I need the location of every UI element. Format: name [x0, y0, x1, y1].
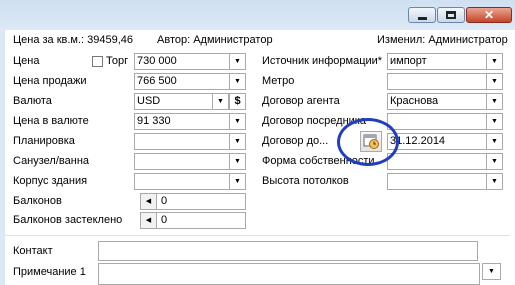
price-in-currency-label: Цена в валюте [13, 115, 89, 127]
price-in-currency-value: 91 330 [137, 115, 171, 127]
author-text: Автор: Администратор [157, 34, 273, 46]
metro-label: Метро [262, 75, 295, 87]
glazed-balconies-value: 0 [161, 214, 168, 226]
glazed-balconies-label: Балконов застеклено [13, 214, 123, 226]
contract-until-field[interactable]: 31.12.2014 ▼ [387, 133, 503, 150]
chevron-down-icon[interactable]: ▼ [229, 173, 246, 190]
ceiling-height-label: Высота потолков [262, 175, 349, 187]
metro-select[interactable]: ▼ [387, 73, 503, 90]
ceiling-height-select[interactable]: ▼ [387, 173, 503, 190]
price-value: 730 000 [137, 55, 177, 67]
source-select[interactable]: импорт ▼ [387, 53, 503, 70]
chevron-down-icon[interactable]: ▼ [482, 263, 501, 280]
chevron-down-icon[interactable]: ▼ [486, 153, 503, 170]
agent-contract-value: Краснова [390, 95, 439, 107]
torg-label: Торг [106, 55, 129, 67]
chevron-down-icon[interactable]: ▼ [486, 133, 503, 150]
chevron-down-icon[interactable]: ▼ [486, 93, 503, 110]
sale-price-field[interactable]: 766 500 ▼ [134, 73, 246, 90]
currency-value: USD [137, 95, 161, 107]
price-label: Цена [13, 55, 40, 67]
minimize-button[interactable] [408, 7, 436, 23]
torg-checkbox[interactable] [92, 56, 103, 67]
chevron-down-icon[interactable]: ▼ [486, 173, 503, 190]
modified-text: Изменил: Администратор [377, 34, 508, 46]
window: ✕ Цена за кв.м.: 39459,46 Автор: Админис… [0, 0, 515, 285]
building-select[interactable]: ▼ [134, 173, 246, 190]
chevron-down-icon[interactable]: ▼ [212, 93, 229, 110]
chevron-down-icon[interactable]: ▼ [486, 73, 503, 90]
source-label: Источник информации* [262, 55, 383, 67]
source-value: импорт [390, 55, 427, 67]
ownership-select[interactable]: ▼ [387, 153, 503, 170]
arrow-left-icon[interactable]: ◀ [140, 193, 157, 210]
layout-label: Планировка [13, 135, 75, 147]
contract-until-label: Договор до... [262, 135, 329, 147]
balconies-field[interactable]: ◀ 0 [140, 193, 246, 210]
arrow-left-icon[interactable]: ◀ [140, 212, 157, 229]
section-divider [5, 235, 510, 236]
balconies-value: 0 [161, 195, 168, 207]
contact-field[interactable] [98, 241, 478, 261]
chevron-down-icon[interactable]: ▼ [486, 53, 503, 70]
contact-label: Контакт [13, 245, 53, 257]
bathroom-select[interactable]: ▼ [134, 153, 246, 170]
currency-label: Валюта [13, 95, 52, 107]
chevron-down-icon[interactable]: ▼ [229, 113, 246, 130]
chevron-down-icon[interactable]: ▼ [229, 153, 246, 170]
agent-contract-label: Договор агента [262, 95, 340, 107]
chevron-down-icon[interactable]: ▼ [229, 133, 246, 150]
close-button[interactable]: ✕ [466, 7, 512, 23]
highlight-circle [337, 118, 399, 166]
chevron-down-icon[interactable]: ▼ [229, 53, 246, 70]
price-per-sqm: Цена за кв.м.: 39459,46 [13, 34, 134, 46]
currency-select[interactable]: USD ▼ [134, 93, 229, 110]
maximize-button[interactable] [437, 7, 465, 23]
bathroom-label: Санузел/ванна [13, 155, 90, 167]
glazed-balconies-field[interactable]: ◀ 0 [140, 212, 246, 229]
agent-contract-select[interactable]: Краснова ▼ [387, 93, 503, 110]
building-label: Корпус здания [13, 175, 88, 187]
price-field[interactable]: 730 000 ▼ [134, 53, 246, 70]
note-field[interactable] [98, 263, 480, 285]
layout-select[interactable]: ▼ [134, 133, 246, 150]
price-in-currency-field[interactable]: 91 330 ▼ [134, 113, 246, 130]
sale-price-value: 766 500 [137, 75, 177, 87]
sale-price-label: Цена продажи [13, 75, 87, 87]
currency-button[interactable]: $ [229, 93, 246, 110]
note-label: Примечание 1 [13, 266, 86, 278]
chevron-down-icon[interactable]: ▼ [229, 73, 246, 90]
chevron-down-icon[interactable]: ▼ [486, 113, 503, 130]
mediator-contract-select[interactable]: ▼ [387, 113, 503, 130]
balconies-label: Балконов [13, 195, 62, 207]
